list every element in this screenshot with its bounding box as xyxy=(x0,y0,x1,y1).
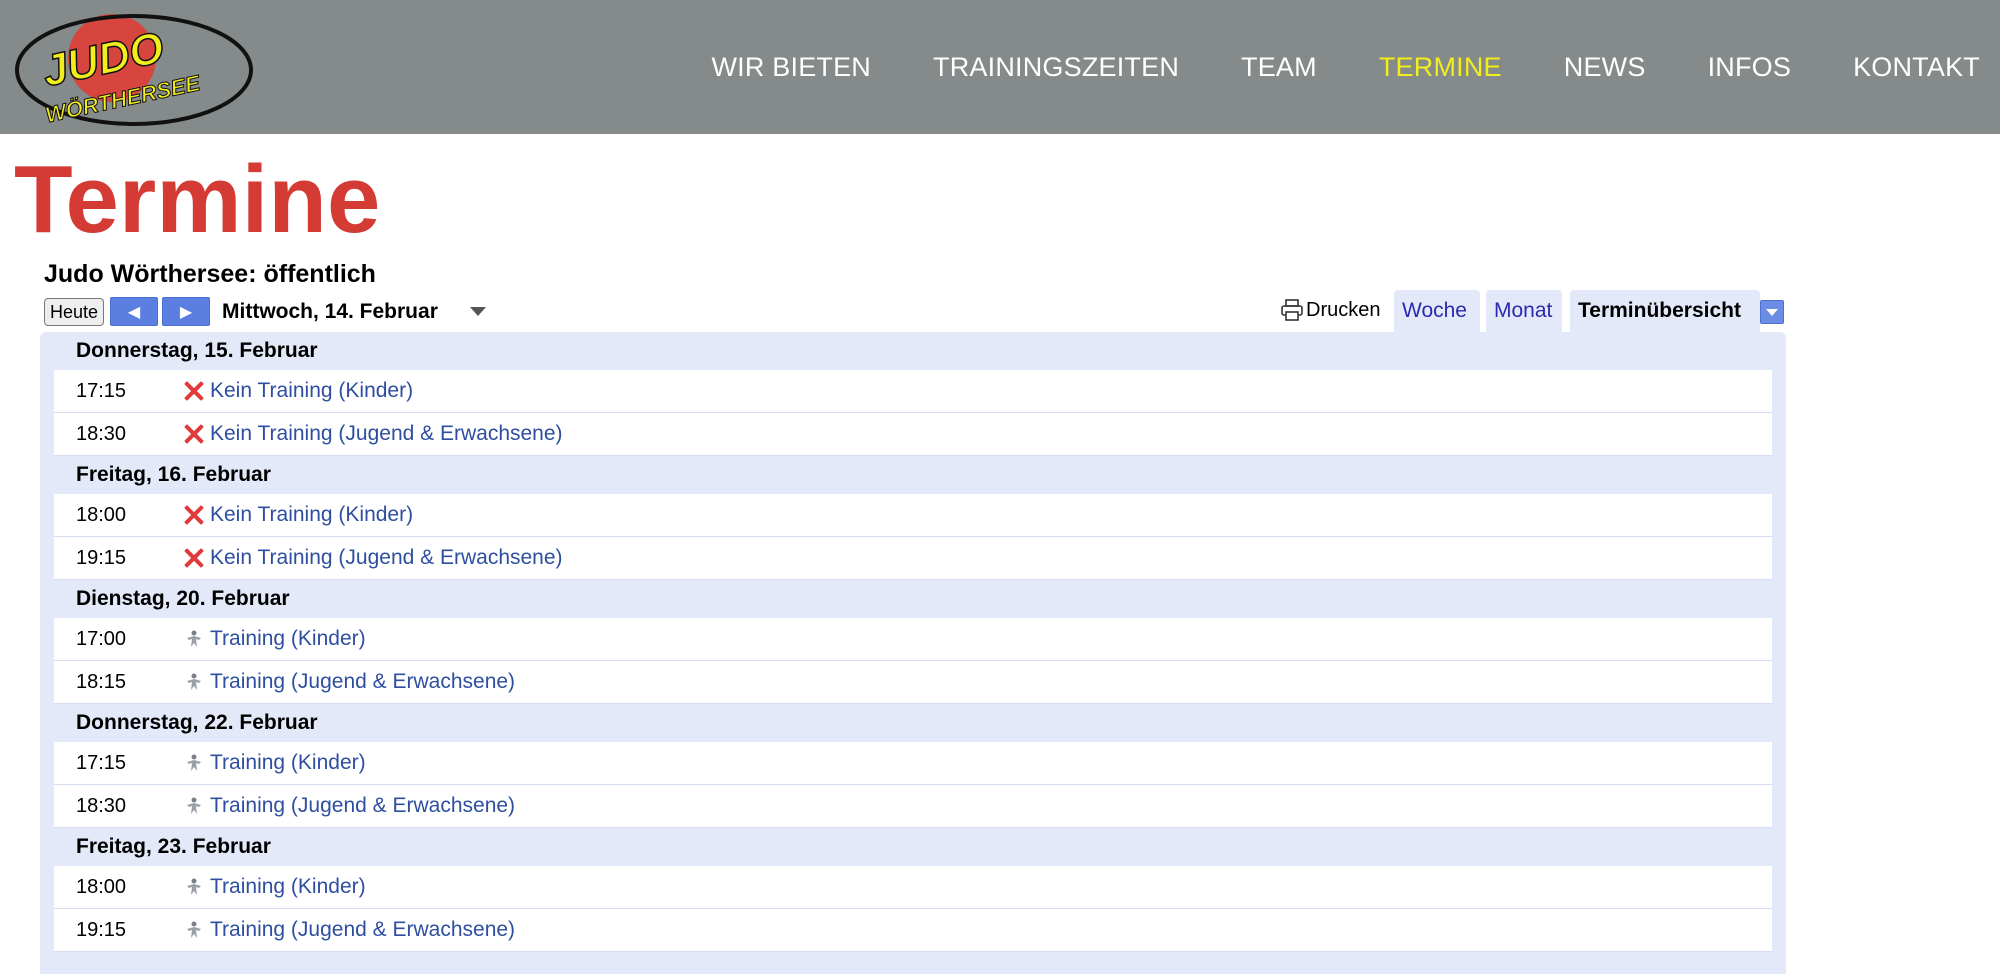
event-title-link[interactable]: Kein Training (Jugend & Erwachsene) xyxy=(210,422,563,446)
site-header: JUDO WÖRTHERSEE WIR BIETEN TRAININGSZEIT… xyxy=(0,0,2000,134)
next-button[interactable]: ▶ xyxy=(162,297,210,326)
event-title-link[interactable]: Training (Jugend & Erwachsene) xyxy=(210,794,515,818)
calendar-toolbar: Heute ◀ ▶ Mittwoch, 14. Februar Drucken … xyxy=(44,290,1786,332)
x-icon xyxy=(183,380,205,402)
x-icon xyxy=(183,423,205,445)
event-row[interactable]: 19:15 Training (Jugend & Erwachsene) xyxy=(54,909,1772,952)
printer-icon xyxy=(1281,299,1303,321)
day-header: Dienstag, 20. Februar xyxy=(76,587,290,610)
event-row[interactable]: 17:15 Training (Kinder) xyxy=(54,742,1772,785)
nav-kontakt[interactable]: KONTAKT xyxy=(1853,52,1980,83)
judo-icon xyxy=(187,797,201,814)
calendar-title: Judo Wörthersee: öffentlich xyxy=(44,260,376,288)
event-row[interactable]: 18:30 Training (Jugend & Erwachsene) xyxy=(54,785,1772,828)
x-icon xyxy=(183,504,205,526)
nav-infos[interactable]: INFOS xyxy=(1708,52,1792,83)
previous-button[interactable]: ◀ xyxy=(110,297,158,326)
event-title-link[interactable]: Training (Kinder) xyxy=(210,875,366,899)
x-icon xyxy=(183,547,205,569)
day-header: Donnerstag, 22. Februar xyxy=(76,711,318,734)
nav-team[interactable]: TEAM xyxy=(1241,52,1317,83)
tab-agenda[interactable]: Terminübersicht xyxy=(1570,290,1760,332)
today-button[interactable]: Heute xyxy=(44,298,105,326)
event-title-link[interactable]: Kein Training (Kinder) xyxy=(210,503,413,527)
event-row[interactable]: 18:00 Training (Kinder) xyxy=(54,866,1772,909)
event-title-link[interactable]: Kein Training (Kinder) xyxy=(210,379,413,403)
judo-icon xyxy=(187,673,201,690)
chevron-left-icon: ◀ xyxy=(127,303,141,321)
event-row[interactable]: 17:15 Kein Training (Kinder) xyxy=(54,370,1772,413)
tab-week[interactable]: Woche xyxy=(1394,290,1480,332)
judo-icon xyxy=(187,921,201,938)
chevron-down-icon[interactable] xyxy=(470,307,486,316)
page-title: Termine xyxy=(14,146,381,253)
event-title-link[interactable]: Training (Jugend & Erwachsene) xyxy=(210,670,515,694)
event-title-link[interactable]: Kein Training (Jugend & Erwachsene) xyxy=(210,546,563,570)
event-row[interactable]: 18:15 Training (Jugend & Erwachsene) xyxy=(54,661,1772,704)
judo-icon xyxy=(187,630,201,647)
event-time: 18:00 xyxy=(76,503,127,526)
nav-termine[interactable]: TERMINE xyxy=(1379,52,1502,83)
nav-trainingszeiten[interactable]: TRAININGSZEITEN xyxy=(933,52,1179,83)
main-nav: WIR BIETEN TRAININGSZEITEN TEAM TERMINE … xyxy=(650,0,1981,134)
calendar-menu-dropdown[interactable] xyxy=(1760,300,1784,324)
event-time: 19:15 xyxy=(76,918,127,941)
nav-wir-bieten[interactable]: WIR BIETEN xyxy=(712,52,872,83)
nav-news[interactable]: NEWS xyxy=(1564,52,1646,83)
print-label: Drucken xyxy=(1306,298,1381,321)
print-button[interactable]: Drucken xyxy=(1280,298,1380,322)
day-header: Freitag, 16. Februar xyxy=(76,463,271,486)
event-row[interactable]: 18:30 Kein Training (Jugend & Erwachsene… xyxy=(54,413,1772,456)
chevron-right-icon: ▶ xyxy=(179,303,193,321)
event-title-link[interactable]: Training (Jugend & Erwachsene) xyxy=(210,918,515,942)
judo-icon xyxy=(187,878,201,895)
event-time: 18:00 xyxy=(76,875,127,898)
event-row[interactable]: 17:00 Training (Kinder) xyxy=(54,618,1772,661)
event-row[interactable]: 19:15 Kein Training (Jugend & Erwachsene… xyxy=(54,537,1772,580)
event-time: 18:15 xyxy=(76,670,127,693)
event-time: 17:15 xyxy=(76,751,127,774)
day-header: Freitag, 23. Februar xyxy=(76,835,271,858)
judo-icon xyxy=(187,754,201,771)
event-time: 17:15 xyxy=(76,379,127,402)
judo-woerthersee-logo[interactable]: JUDO WÖRTHERSEE xyxy=(14,8,254,128)
current-date-label[interactable]: Mittwoch, 14. Februar xyxy=(222,300,438,324)
tab-month[interactable]: Monat xyxy=(1486,290,1562,332)
event-time: 18:30 xyxy=(76,794,127,817)
event-title-link[interactable]: Training (Kinder) xyxy=(210,751,366,775)
event-time: 19:15 xyxy=(76,546,127,569)
event-row[interactable]: 18:00 Kein Training (Kinder) xyxy=(54,494,1772,537)
event-time: 17:00 xyxy=(76,627,127,650)
day-header: Donnerstag, 15. Februar xyxy=(76,339,318,362)
event-time: 18:30 xyxy=(76,422,127,445)
event-title-link[interactable]: Training (Kinder) xyxy=(210,627,366,651)
agenda-list: Donnerstag, 15. Februar 17:15 Kein Train… xyxy=(40,332,1786,974)
